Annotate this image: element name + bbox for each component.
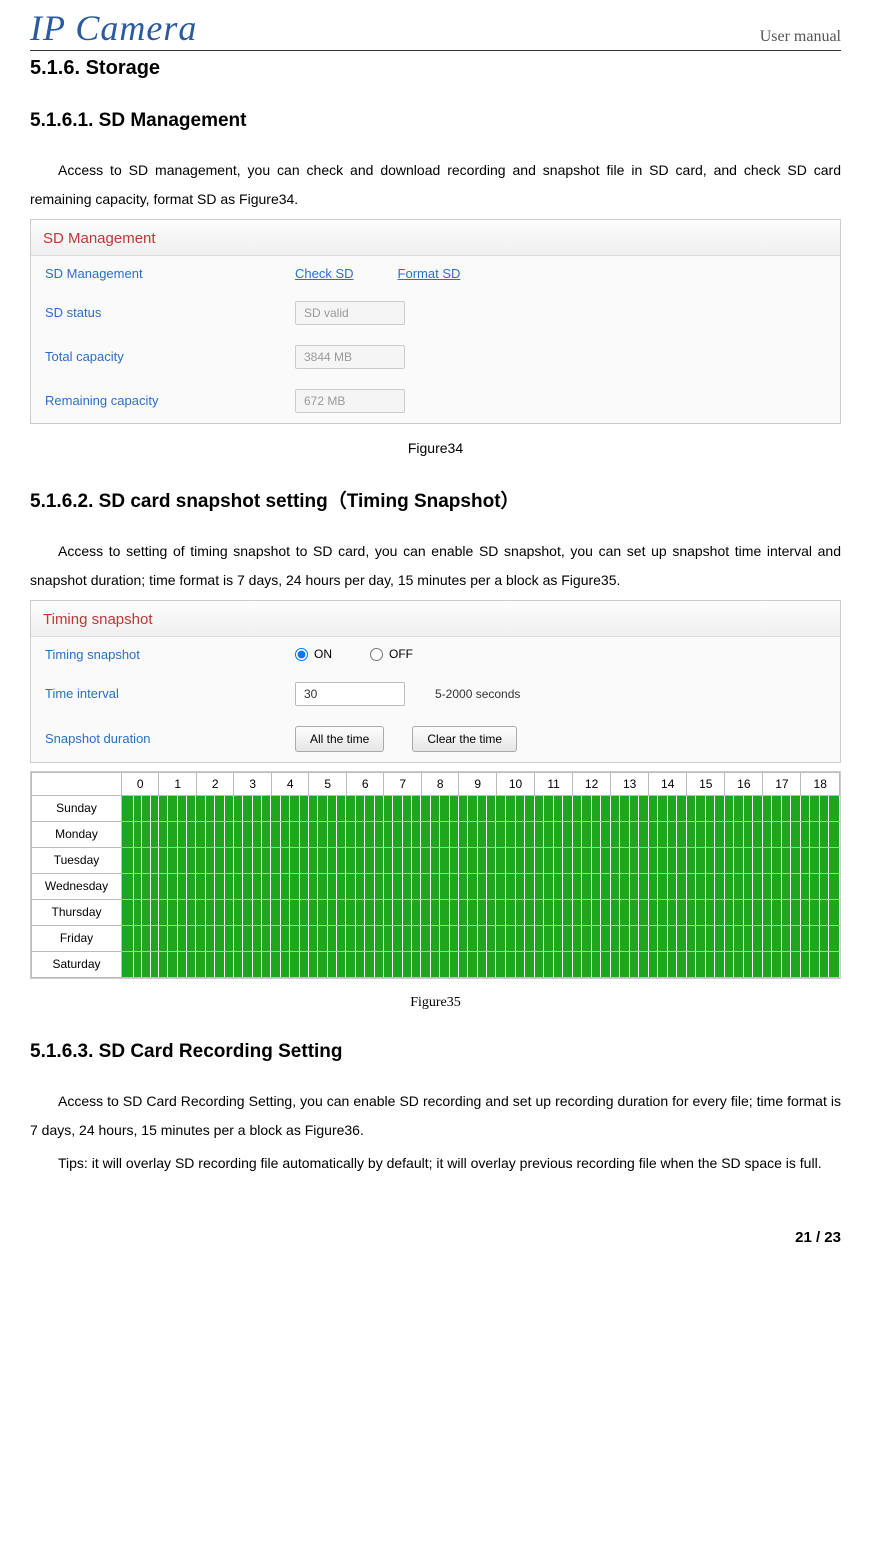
- row-snapshot-duration: Snapshot duration All the time Clear the…: [31, 716, 840, 762]
- link-format-sd[interactable]: Format SD: [398, 266, 461, 281]
- row-sd-status: SD status SD valid: [31, 291, 840, 335]
- schedule-panel: 0123456789101112131415161718SundayMonday…: [30, 771, 841, 979]
- para-sd-management: Access to SD management, you can check a…: [30, 156, 841, 215]
- timing-snapshot-panel: Timing snapshot Timing snapshot ON OFF T…: [30, 600, 841, 763]
- radio-on-label: ON: [314, 647, 332, 661]
- label-time-interval: Time interval: [45, 686, 275, 701]
- para-timing-snapshot: Access to setting of timing snapshot to …: [30, 537, 841, 596]
- radio-on-input[interactable]: [295, 648, 308, 661]
- row-timing-snapshot: Timing snapshot ON OFF: [31, 637, 840, 672]
- para-sd-recording-1: Access to SD Card Recording Setting, you…: [30, 1087, 841, 1146]
- caption-figure34: Figure34: [30, 440, 841, 456]
- sd-management-panel: SD Management SD Management Check SD For…: [30, 219, 841, 424]
- input-time-interval[interactable]: [295, 682, 405, 706]
- heading-sd-management: 5.1.6.1. SD Management: [30, 110, 841, 132]
- para-sd-recording-2: Tips: it will overlay SD recording file …: [30, 1149, 841, 1178]
- link-check-sd[interactable]: Check SD: [295, 266, 354, 281]
- section-sd-management: 5.1.6.1. SD Management Access to SD mana…: [30, 110, 841, 456]
- row-sd-management: SD Management Check SD Format SD: [31, 256, 840, 291]
- logo: IP Camera: [30, 10, 197, 46]
- value-sd-status: SD valid: [295, 301, 405, 325]
- page-number: 21 / 23: [30, 1229, 841, 1246]
- hint-time-interval: 5-2000 seconds: [435, 687, 520, 701]
- panel-title-timing-snapshot: Timing snapshot: [31, 601, 840, 637]
- heading-sd-recording: 5.1.6.3. SD Card Recording Setting: [30, 1041, 841, 1063]
- row-time-interval: Time interval 5-2000 seconds: [31, 672, 840, 716]
- page-header: IP Camera User manual: [30, 10, 841, 51]
- section-timing-snapshot: 5.1.6.2. SD card snapshot setting（Timing…: [30, 486, 841, 1011]
- manual-label: User manual: [760, 28, 841, 46]
- section-title-storage: 5.1.6. Storage: [30, 57, 841, 80]
- value-remaining-capacity: 672 MB: [295, 389, 405, 413]
- label-remaining-capacity: Remaining capacity: [45, 393, 275, 408]
- radio-off-label: OFF: [389, 647, 413, 661]
- label-timing-snapshot: Timing snapshot: [45, 647, 275, 662]
- value-total-capacity: 3844 MB: [295, 345, 405, 369]
- caption-figure35: Figure35: [30, 995, 841, 1011]
- label-total-capacity: Total capacity: [45, 349, 275, 364]
- button-clear-the-time[interactable]: Clear the time: [412, 726, 517, 752]
- radio-off-input[interactable]: [370, 648, 383, 661]
- schedule-table[interactable]: 0123456789101112131415161718SundayMonday…: [31, 772, 840, 978]
- radio-on[interactable]: ON: [295, 647, 332, 661]
- section-sd-recording: 5.1.6.3. SD Card Recording Setting Acces…: [30, 1041, 841, 1179]
- label-sd-management: SD Management: [45, 266, 275, 281]
- radio-off[interactable]: OFF: [370, 647, 413, 661]
- row-remaining-capacity: Remaining capacity 672 MB: [31, 379, 840, 423]
- heading-timing-snapshot: 5.1.6.2. SD card snapshot setting（Timing…: [30, 486, 841, 513]
- panel-title-sd-management: SD Management: [31, 220, 840, 256]
- button-all-the-time[interactable]: All the time: [295, 726, 384, 752]
- label-snapshot-duration: Snapshot duration: [45, 731, 275, 746]
- row-total-capacity: Total capacity 3844 MB: [31, 335, 840, 379]
- label-sd-status: SD status: [45, 305, 275, 320]
